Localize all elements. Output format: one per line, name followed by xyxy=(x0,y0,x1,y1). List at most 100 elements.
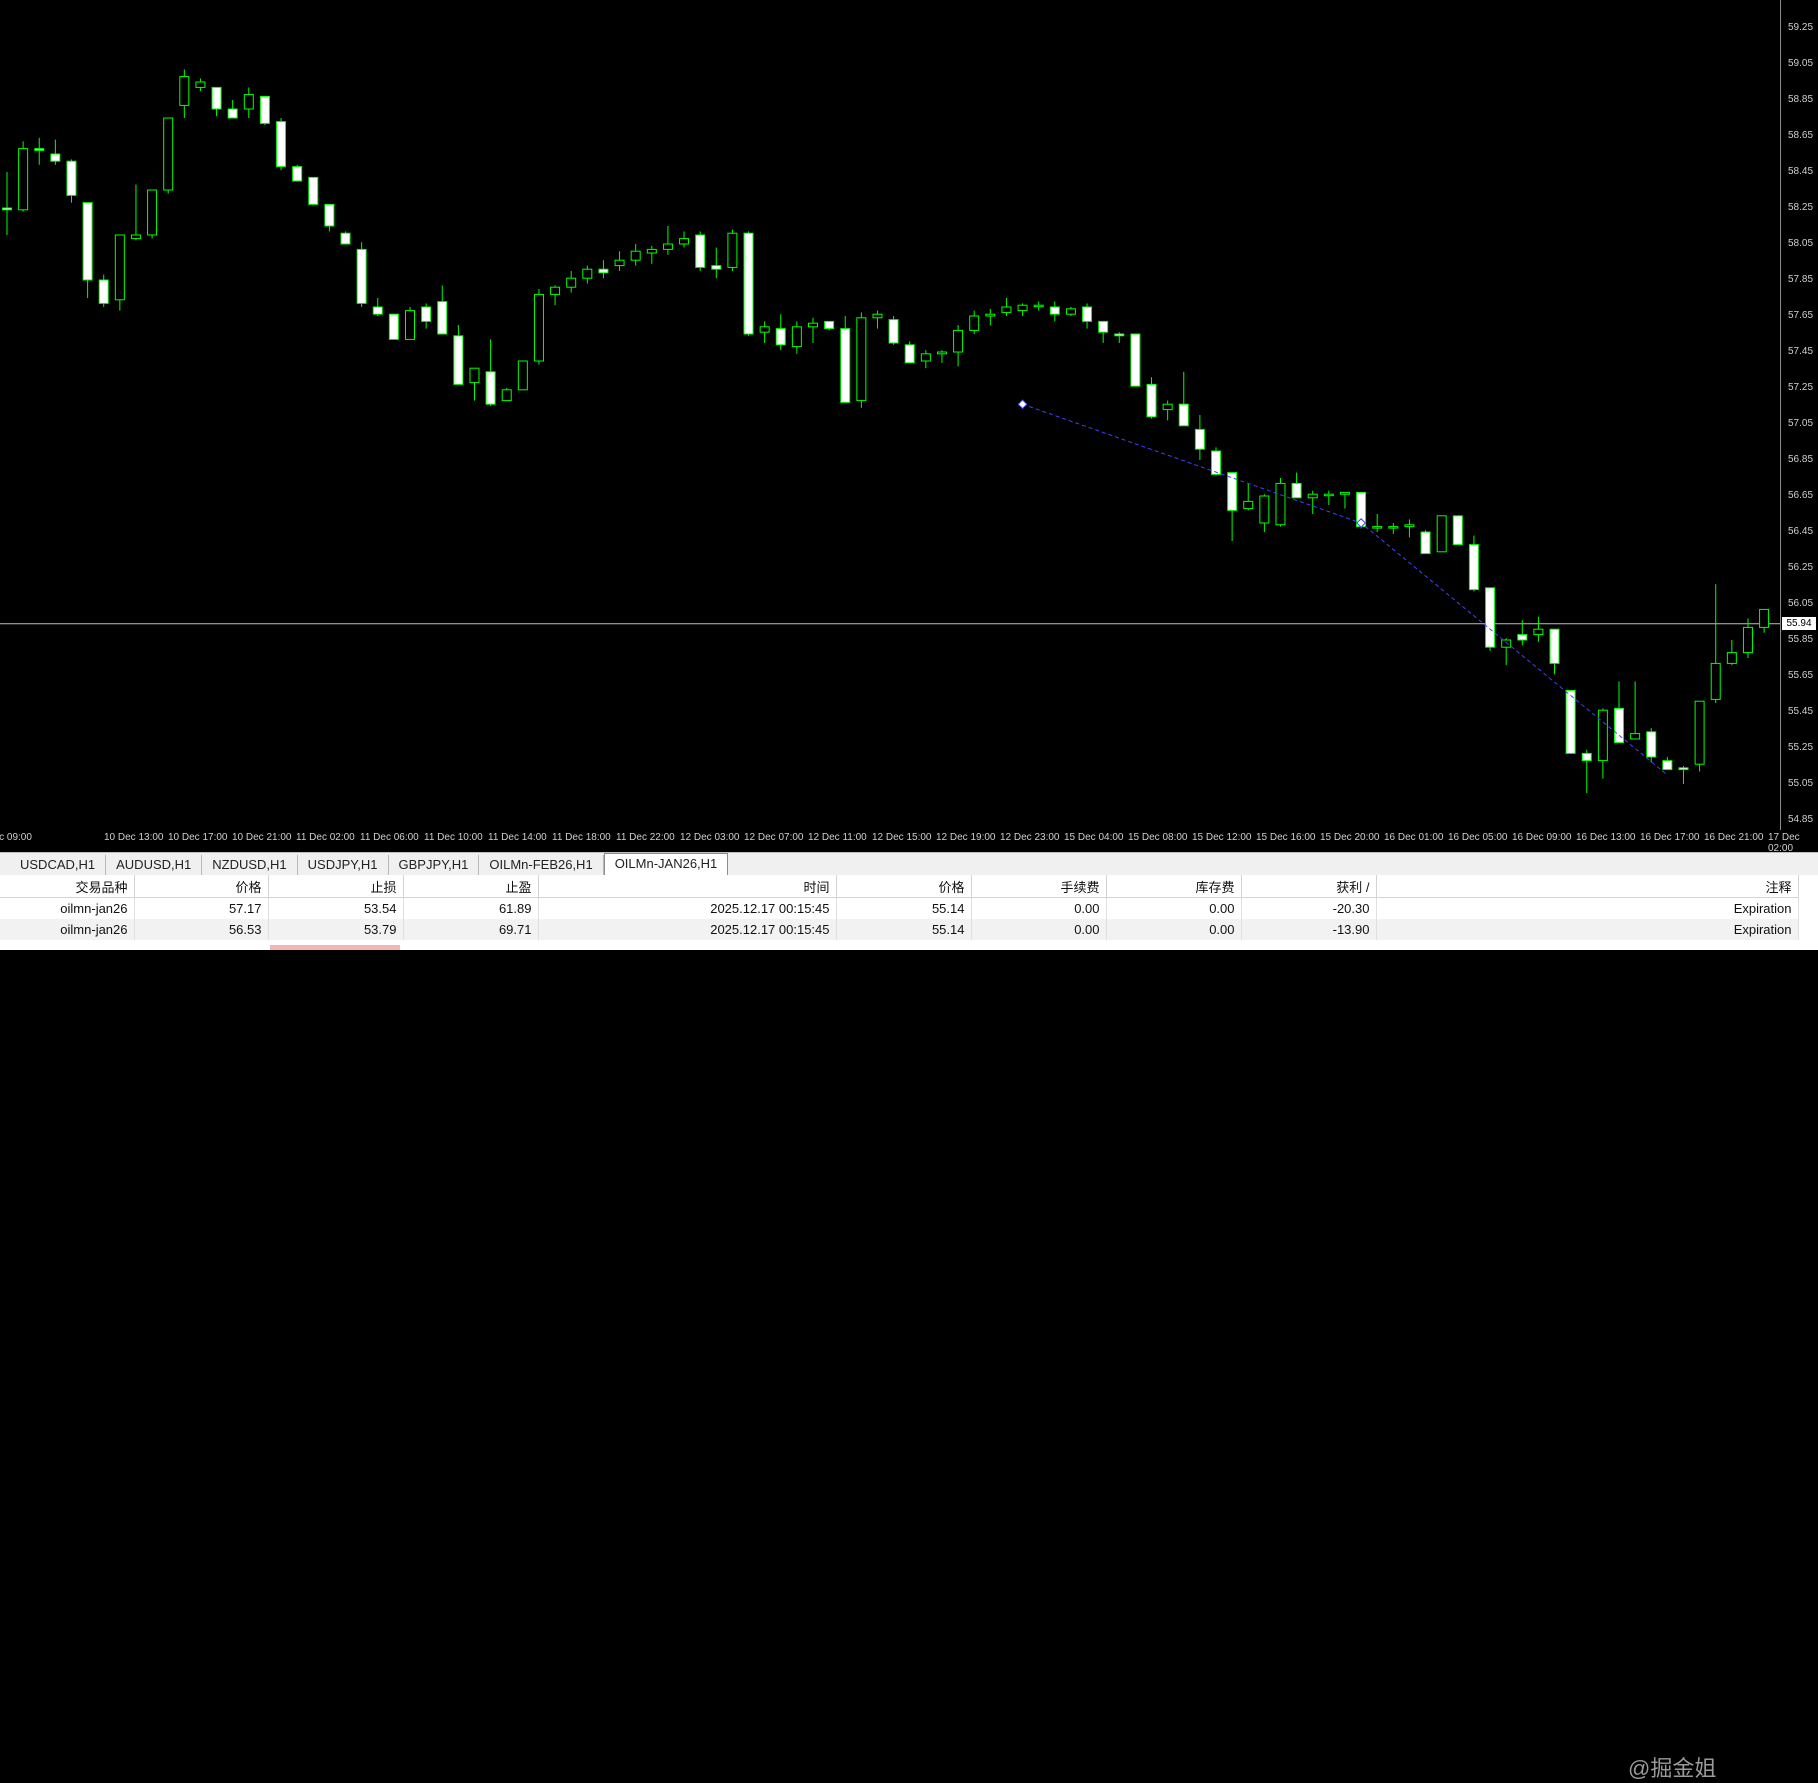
candle xyxy=(1291,472,1302,499)
bear-candle-body xyxy=(211,86,222,110)
cell-comment: Expiration xyxy=(1376,919,1799,940)
table-row[interactable]: oilmn-jan26 57.17 53.54 61.89 2025.12.17… xyxy=(0,897,1799,919)
candle xyxy=(114,234,125,311)
price-chart[interactable]: 55.94 59.25 59.05 58.85 58.65 58.45 58.25 58.0… xyxy=(0,0,1818,854)
cell-symbol: oilmn-jan26 xyxy=(0,919,135,940)
cell-current-price: 55.14 xyxy=(836,919,972,940)
price-axis-label: 55.25 xyxy=(1788,742,1814,753)
bull-candle-body xyxy=(808,322,818,328)
candle xyxy=(679,231,690,248)
bear-candle-body xyxy=(1291,482,1302,499)
tab-audusd[interactable]: AUDUSD,H1 xyxy=(106,855,203,875)
table-row[interactable]: oilmn-jan26 56.53 53.79 69.71 2025.12.17… xyxy=(0,919,1799,940)
candle xyxy=(1275,478,1286,527)
col-stop-loss[interactable]: 止损 xyxy=(268,875,404,898)
candle xyxy=(936,350,947,363)
bull-candle-body xyxy=(920,353,931,362)
tab-nzdusd[interactable]: NZDUSD,H1 xyxy=(202,855,298,875)
tab-usdcad[interactable]: USDCAD,H1 xyxy=(10,855,107,875)
tab-oilmn-jan26[interactable]: OILMn-JAN26,H1 xyxy=(603,853,729,875)
price-axis-label: 57.05 xyxy=(1788,418,1814,429)
price-axis-label: 58.25 xyxy=(1788,202,1814,213)
bear-candle-body xyxy=(775,328,786,346)
candle xyxy=(501,388,512,402)
bear-candle-body xyxy=(308,176,319,205)
candle xyxy=(1726,640,1737,666)
cell-comment: Expiration xyxy=(1376,897,1799,919)
time-axis-label: 12 Dec 19:00 xyxy=(936,832,996,843)
bull-candle-body xyxy=(872,313,883,319)
time-axis-label: 11 Dec 10:00 xyxy=(424,832,483,843)
candle xyxy=(1436,515,1447,553)
col-commission[interactable]: 手续费 xyxy=(971,875,1107,898)
cell-stop-loss: 53.79 xyxy=(268,919,404,940)
candlestick-chart-svg[interactable] xyxy=(0,0,1818,830)
cell-current-price: 55.14 xyxy=(836,897,972,919)
bear-candle-body xyxy=(1049,306,1060,315)
bull-candle-body xyxy=(163,117,174,191)
candle xyxy=(195,78,206,91)
tab-usdjpy[interactable]: USDJPY,H1 xyxy=(298,855,389,875)
price-axis-label: 56.45 xyxy=(1788,526,1814,537)
col-price[interactable]: 价格 xyxy=(134,875,269,898)
candle xyxy=(453,325,464,385)
candle xyxy=(1323,490,1334,505)
candle xyxy=(1710,584,1721,703)
candle xyxy=(1372,514,1383,532)
bull-candle-body xyxy=(1259,495,1270,524)
col-take-profit[interactable]: 止盈 xyxy=(403,875,539,898)
time-axis-label: 12 Dec 03:00 xyxy=(680,832,740,843)
col-time[interactable]: 时间 xyxy=(538,875,837,898)
candle xyxy=(533,289,544,365)
candle xyxy=(421,303,432,329)
col-comment[interactable]: 注释 xyxy=(1376,875,1799,898)
candle xyxy=(50,139,61,165)
candle xyxy=(1485,587,1496,651)
candle xyxy=(1646,728,1657,763)
bull-candle-body xyxy=(1597,709,1608,762)
candle xyxy=(98,274,109,307)
cell-price: 57.17 xyxy=(134,897,269,919)
col-current-price[interactable]: 价格 xyxy=(836,875,972,898)
candle xyxy=(405,307,415,340)
time-axis-label: 11 Dec 18:00 xyxy=(552,832,611,843)
price-axis-label: 59.25 xyxy=(1788,22,1814,33)
cell-swap: 0.00 xyxy=(1106,919,1242,940)
cell-commission: 0.00 xyxy=(971,919,1107,940)
chart-tabs: USDCAD,H1 AUDUSD,H1 NZDUSD,H1 USDJPY,H1 … xyxy=(0,852,1818,876)
candle xyxy=(2,172,12,235)
bear-candle-body xyxy=(66,160,77,196)
bear-candle-body xyxy=(98,279,109,304)
col-swap[interactable]: 库存费 xyxy=(1106,875,1242,898)
candle xyxy=(1581,749,1592,793)
bear-candle-body xyxy=(1082,306,1093,322)
bull-candle-body xyxy=(1033,304,1044,308)
tab-gbpjpy[interactable]: GBPJPY,H1 xyxy=(389,855,480,875)
bull-candle-body xyxy=(1404,524,1415,528)
price-axis-label: 58.45 xyxy=(1788,166,1814,177)
bear-candle-body xyxy=(485,371,496,405)
candle xyxy=(695,231,706,271)
time-axis-label: 15 Dec 04:00 xyxy=(1064,832,1124,843)
candle xyxy=(276,118,287,171)
col-symbol[interactable]: 交易品种 xyxy=(0,875,135,898)
candle xyxy=(1243,483,1254,511)
bear-candle-body xyxy=(824,320,835,330)
candle xyxy=(1162,400,1173,421)
candle xyxy=(920,350,931,369)
cell-stop-loss: 53.54 xyxy=(268,897,404,919)
candle xyxy=(872,310,883,329)
candle xyxy=(1259,494,1270,532)
col-profit[interactable]: 获利 / xyxy=(1241,875,1377,898)
candle xyxy=(130,184,141,241)
candle xyxy=(372,298,383,316)
time-axis-label: 5 Dec 09:00 xyxy=(0,832,32,843)
time-axis-label: 11 Dec 22:00 xyxy=(616,832,675,843)
tab-oilmn-feb26[interactable]: OILMn-FEB26,H1 xyxy=(479,855,604,875)
bull-candle-body xyxy=(1323,493,1334,497)
candle xyxy=(662,226,673,255)
candle xyxy=(775,314,786,351)
cell-time: 2025.12.17 00:15:45 xyxy=(538,919,837,940)
candle xyxy=(630,244,641,266)
price-axis-label: 57.65 xyxy=(1788,310,1814,321)
